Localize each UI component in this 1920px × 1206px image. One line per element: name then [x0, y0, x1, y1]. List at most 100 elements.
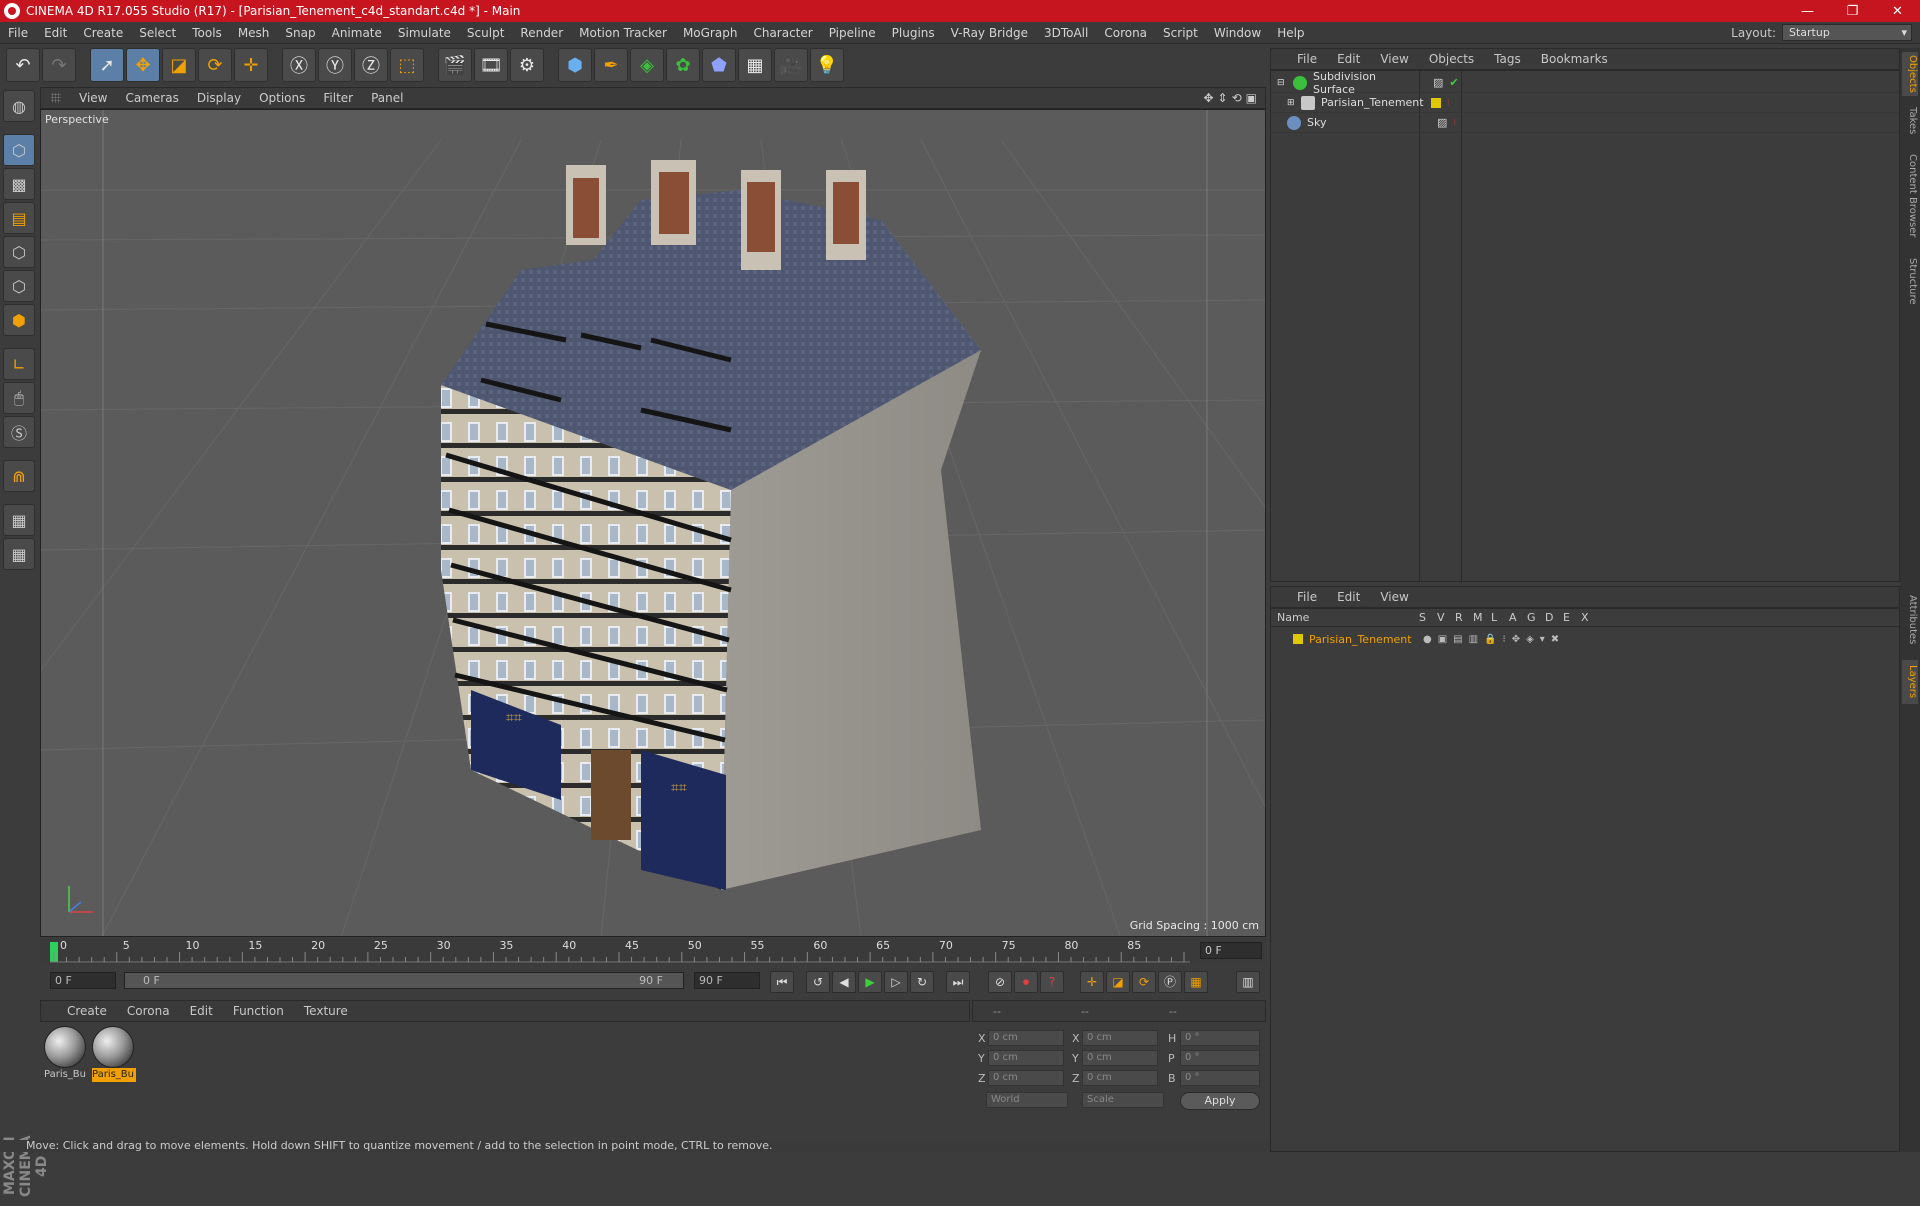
rot-p-field[interactable]: 0 °	[1180, 1050, 1260, 1066]
go-to-end-icon[interactable]: ⏭	[946, 971, 970, 993]
light-icon[interactable]: 💡	[810, 48, 844, 82]
parisian-tenement-model[interactable]: ⌗⌗ ⌗⌗	[441, 160, 981, 890]
col-expressions[interactable]: E	[1563, 611, 1581, 624]
workplane-align-icon[interactable]: ▦	[3, 538, 35, 570]
previous-key-icon[interactable]: ↺	[806, 971, 830, 993]
viewport-menu-panel[interactable]: Panel	[371, 91, 403, 105]
layer-menu-view[interactable]: View	[1380, 590, 1408, 604]
menu-character[interactable]: Character	[745, 26, 820, 40]
minimize-button[interactable]: —	[1785, 4, 1830, 19]
menu-create[interactable]: Create	[75, 26, 131, 40]
col-locked[interactable]: L	[1491, 611, 1509, 624]
col-deformers[interactable]: D	[1545, 611, 1563, 624]
size-y-field[interactable]: 0 cm	[1082, 1050, 1158, 1066]
visibility-dots-icon[interactable]: ⁝	[1447, 98, 1450, 107]
viewport-menu-view[interactable]: View	[79, 91, 107, 105]
menu-mograph[interactable]: MoGraph	[675, 26, 746, 40]
z-axis-lock-icon[interactable]: Ⓩ	[354, 48, 388, 82]
viewport-menu-filter[interactable]: Filter	[323, 91, 353, 105]
layer-color-swatch[interactable]	[1293, 634, 1303, 644]
x-axis-lock-icon[interactable]: Ⓧ	[282, 48, 316, 82]
play-forward-icon[interactable]: ▶	[858, 971, 882, 993]
object-row-parisian-tenement[interactable]: ⊞ Parisian_Tenement ⁝	[1271, 93, 1899, 113]
undo-icon[interactable]: ↶	[6, 48, 40, 82]
layer-name[interactable]: Parisian_Tenement	[1309, 633, 1423, 646]
size-x-field[interactable]: 0 cm	[1082, 1030, 1158, 1046]
tab-layers[interactable]: Layers	[1902, 660, 1918, 704]
solo-mode-icon[interactable]: Ⓢ	[3, 416, 35, 448]
viewport-menu-options[interactable]: Options	[259, 91, 305, 105]
key-scale-icon[interactable]: ◪	[1106, 971, 1130, 993]
grip-icon[interactable]	[51, 93, 61, 103]
cloner-icon[interactable]: ✿	[666, 48, 700, 82]
record-active-icon[interactable]: ⏺	[1014, 971, 1038, 993]
tab-objects[interactable]: Objects	[1902, 52, 1918, 96]
scale-tool-icon[interactable]: ◪	[162, 48, 196, 82]
object-name[interactable]: Parisian_Tenement	[1321, 96, 1424, 109]
viewport-menu-cameras[interactable]: Cameras	[125, 91, 178, 105]
tweak-mode-icon[interactable]: 🖱	[3, 382, 35, 414]
make-editable-icon[interactable]: ◍	[3, 90, 35, 122]
deformer-icon[interactable]: ⬟	[702, 48, 736, 82]
move-tool-icon[interactable]: ✥	[126, 48, 160, 82]
coordinate-space-dropdown[interactable]: World	[986, 1092, 1068, 1108]
visibility-dots-icon[interactable]: ⁝	[1453, 118, 1456, 127]
object-menu-tags[interactable]: Tags	[1494, 52, 1521, 66]
material-swatch[interactable]: Paris_Bu	[44, 1026, 88, 1084]
menu-sculpt[interactable]: Sculpt	[459, 26, 512, 40]
menu-render[interactable]: Render	[512, 26, 571, 40]
edit-render-settings-icon[interactable]: ⚙	[510, 48, 544, 82]
menu-animate[interactable]: Animate	[324, 26, 390, 40]
next-frame-icon[interactable]: ▷	[884, 971, 908, 993]
key-parameter-icon[interactable]: Ⓟ	[1158, 971, 1182, 993]
key-rotation-icon[interactable]: ⟳	[1132, 971, 1156, 993]
pos-y-field[interactable]: 0 cm	[988, 1050, 1064, 1066]
material-menu-create[interactable]: Create	[67, 1004, 107, 1018]
pos-z-field[interactable]: 0 cm	[988, 1070, 1064, 1086]
material-menu-function[interactable]: Function	[233, 1004, 284, 1018]
edges-mode-icon[interactable]: ⬡	[3, 270, 35, 302]
points-mode-icon[interactable]: ⬡	[3, 236, 35, 268]
expand-icon[interactable]: ⊞	[1287, 98, 1297, 108]
orbit-icon[interactable]: ⟲	[1232, 91, 1242, 105]
object-row-subdivision-surface[interactable]: ⊟ Subdivision Surface ▨ ✔	[1271, 70, 1899, 96]
record-keys-disabled-icon[interactable]: ⊘	[988, 971, 1012, 993]
perspective-viewport[interactable]: ⌗⌗ ⌗⌗ Perspective Grid Spacing : 1000 cm	[40, 109, 1266, 937]
menu-window[interactable]: Window	[1206, 26, 1269, 40]
axis-mode-icon[interactable]: ∟	[3, 348, 35, 380]
timeline-ruler[interactable]: 051015202530354045505560657075808590 0 F	[40, 938, 1266, 964]
timeline-window-icon[interactable]: ▥	[1236, 971, 1260, 993]
rotate-tool-icon[interactable]: ⟳	[198, 48, 232, 82]
menu-select[interactable]: Select	[131, 26, 184, 40]
col-view[interactable]: V	[1437, 611, 1455, 624]
workplane-lock-icon[interactable]: ▦	[3, 504, 35, 536]
redo-icon[interactable]: ↷	[42, 48, 76, 82]
go-to-start-icon[interactable]: ⏮	[770, 971, 794, 993]
menu-simulate[interactable]: Simulate	[390, 26, 459, 40]
col-name[interactable]: Name	[1271, 611, 1419, 624]
end-frame-field[interactable]: 90 F	[694, 972, 760, 989]
layer-menu-file[interactable]: File	[1297, 590, 1317, 604]
col-render[interactable]: R	[1455, 611, 1473, 624]
menu-3dtoall[interactable]: 3DToAll	[1036, 26, 1096, 40]
menu-tools[interactable]: Tools	[184, 26, 230, 40]
maximize-button[interactable]: ❐	[1830, 4, 1875, 19]
layer-toggle-icons[interactable]: ●▣▤▥🔒⁝✥◈▾✖	[1423, 634, 1565, 645]
material-menu-corona[interactable]: Corona	[127, 1004, 170, 1018]
size-mode-dropdown[interactable]: Scale	[1082, 1092, 1164, 1108]
menu-vray-bridge[interactable]: V-Ray Bridge	[943, 26, 1036, 40]
current-frame-field[interactable]: 0 F	[1200, 942, 1262, 959]
col-generators[interactable]: G	[1527, 611, 1545, 624]
pan-icon[interactable]: ✥	[1203, 91, 1213, 105]
object-menu-file[interactable]: File	[1297, 52, 1317, 66]
floor-icon[interactable]: ▦	[738, 48, 772, 82]
layout-dropdown[interactable]: Startup	[1782, 24, 1912, 41]
model-mode-icon[interactable]: ⬡	[3, 134, 35, 166]
object-menu-objects[interactable]: Objects	[1429, 52, 1474, 66]
col-animation[interactable]: A	[1509, 611, 1527, 624]
dolly-icon[interactable]: ⇕	[1218, 91, 1228, 105]
close-button[interactable]: ✕	[1875, 4, 1920, 19]
collapse-icon[interactable]: ⊟	[1277, 78, 1287, 88]
camera-icon[interactable]: 🎥	[774, 48, 808, 82]
object-menu-view[interactable]: View	[1380, 52, 1408, 66]
